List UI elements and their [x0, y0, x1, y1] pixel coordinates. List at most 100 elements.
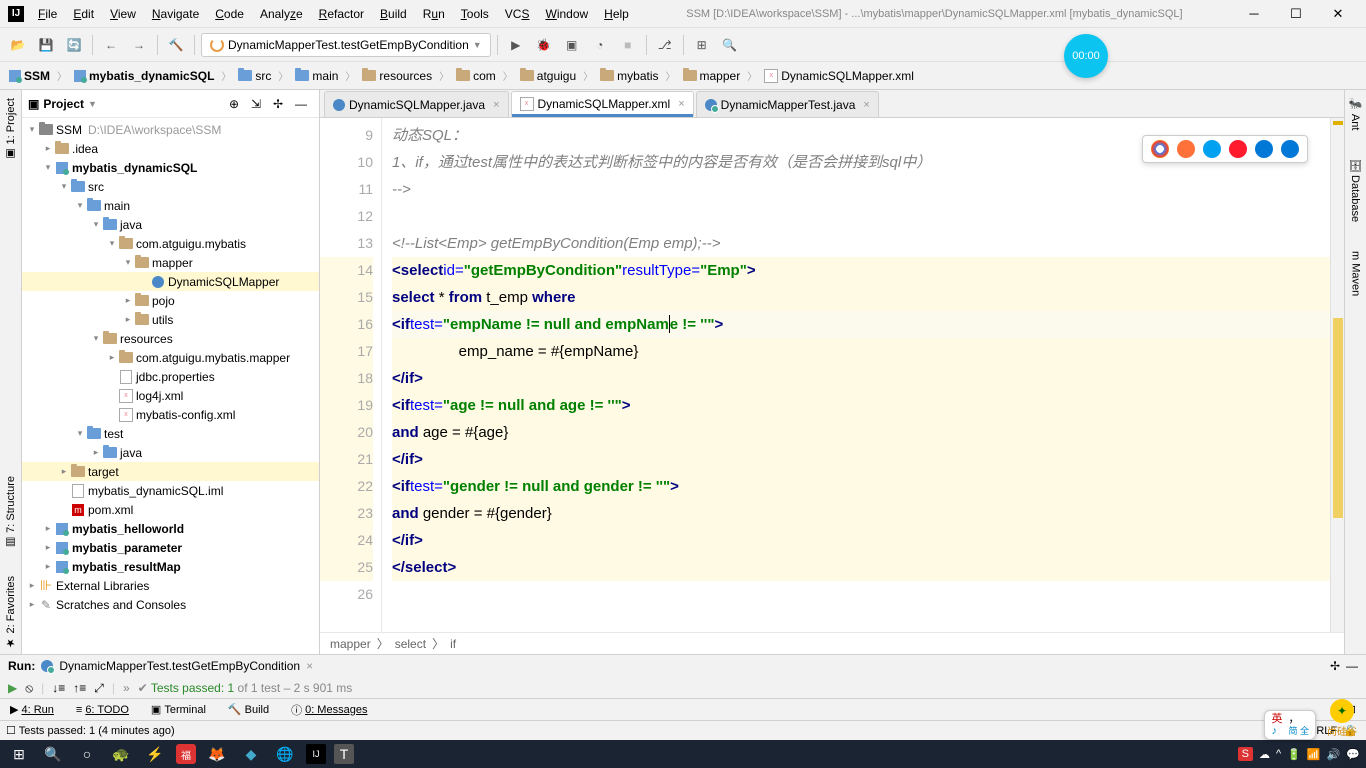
tree-item[interactable]: DynamicSQLMapper: [22, 272, 319, 291]
search-icon[interactable]: 🔍: [40, 743, 66, 765]
crumb-ssm[interactable]: SSM: [6, 67, 53, 85]
open-icon[interactable]: 📂: [6, 33, 30, 57]
refresh-icon[interactable]: 🔄: [62, 33, 86, 57]
ie-icon[interactable]: [1255, 140, 1273, 158]
crumb-module[interactable]: mybatis_dynamicSQL: [71, 67, 217, 85]
tree-item[interactable]: ▾src: [22, 177, 319, 196]
tree-item[interactable]: ▾mybatis_dynamicSQL: [22, 158, 319, 177]
stop-icon[interactable]: ■: [616, 33, 640, 57]
timer-bubble[interactable]: 00:00: [1064, 34, 1108, 78]
wifi-icon[interactable]: 📶: [1307, 748, 1321, 761]
rerun-icon[interactable]: ▶: [8, 681, 17, 695]
build-tab[interactable]: 🔨 Build: [224, 701, 273, 718]
maximize-button[interactable]: ☐: [1276, 3, 1316, 25]
crumb-atguigu[interactable]: atguigu: [517, 67, 579, 85]
debug-icon[interactable]: 🐞: [532, 33, 556, 57]
todo-tab[interactable]: ≡ 6: TODO: [72, 702, 133, 718]
settings-icon[interactable]: ✢: [273, 97, 291, 111]
crumb-resources[interactable]: resources: [359, 67, 435, 85]
tree-item[interactable]: ▸com.atguigu.mybatis.mapper: [22, 348, 319, 367]
menu-window[interactable]: Window: [539, 5, 594, 23]
tree-item[interactable]: ▾test: [22, 424, 319, 443]
opera-icon[interactable]: [1229, 140, 1247, 158]
code-content[interactable]: 动态SQL： 1、if，通过test属性中的表达式判断标签中的内容是否有效（是否…: [382, 118, 1330, 632]
tree-item[interactable]: mpom.xml: [22, 500, 319, 519]
search-icon[interactable]: 🔍: [718, 33, 742, 57]
tree-item[interactable]: ▾mapper: [22, 253, 319, 272]
intellij-icon[interactable]: IJ: [306, 744, 326, 764]
edge-icon[interactable]: [1281, 140, 1299, 158]
tree-item[interactable]: ▾main: [22, 196, 319, 215]
tree-item[interactable]: ▸mybatis_resultMap: [22, 557, 319, 576]
toggle-icon[interactable]: ⦸: [25, 681, 33, 696]
tray-icon[interactable]: S: [1238, 747, 1253, 761]
bc-if[interactable]: if: [450, 637, 456, 651]
menu-tools[interactable]: Tools: [455, 5, 495, 23]
crumb-mapper[interactable]: mapper: [680, 67, 744, 85]
menu-refactor[interactable]: Refactor: [313, 5, 370, 23]
hide-icon[interactable]: —: [295, 97, 313, 111]
save-icon[interactable]: 💾: [34, 33, 58, 57]
maven-tool-tab[interactable]: m Maven: [1348, 247, 1364, 300]
tree-item[interactable]: ▾java: [22, 215, 319, 234]
highlight-marker[interactable]: [1333, 318, 1343, 518]
structure-tool-tab[interactable]: ▤ 7: Structure: [2, 472, 19, 553]
cortana-icon[interactable]: ○: [74, 743, 100, 765]
expand-icon[interactable]: ⤢: [94, 681, 104, 696]
chrome-icon[interactable]: 🌐: [272, 743, 298, 765]
tree-item[interactable]: ▸mybatis_helloworld: [22, 519, 319, 538]
sort-icon[interactable]: ↓≡: [52, 681, 65, 695]
close-icon[interactable]: ×: [674, 98, 684, 110]
menu-analyze[interactable]: Analyze: [254, 5, 309, 23]
structure-icon[interactable]: ⊞: [690, 33, 714, 57]
filter-icon[interactable]: ↑≡: [73, 681, 86, 695]
tree-item[interactable]: xlog4j.xml: [22, 386, 319, 405]
run-icon[interactable]: ▶: [504, 33, 528, 57]
menu-help[interactable]: Help: [598, 5, 635, 23]
ant-tool-tab[interactable]: 🐜 Ant: [1347, 94, 1364, 134]
firefox-icon[interactable]: 🦊: [204, 743, 230, 765]
close-icon[interactable]: ×: [489, 99, 499, 111]
vscode-icon[interactable]: ◆: [238, 743, 264, 765]
crumb-mybatis[interactable]: mybatis: [597, 67, 661, 85]
tree-item[interactable]: ▸✎Scratches and Consoles: [22, 595, 319, 614]
settings-icon[interactable]: ✢: [1330, 659, 1340, 673]
coverage-icon[interactable]: ▣: [560, 33, 584, 57]
menu-navigate[interactable]: Navigate: [146, 5, 205, 23]
crumb-file[interactable]: xDynamicSQLMapper.xml: [761, 67, 917, 85]
app-icon[interactable]: 🐢: [108, 743, 134, 765]
tray-icon[interactable]: ☁: [1259, 748, 1270, 761]
hide-icon[interactable]: —: [1346, 659, 1358, 673]
crumb-src[interactable]: src: [235, 67, 274, 85]
menu-vcs[interactable]: VCS: [499, 5, 536, 23]
database-tool-tab[interactable]: 🗄 Database: [1347, 154, 1364, 226]
safari-icon[interactable]: [1203, 140, 1221, 158]
menu-view[interactable]: View: [104, 5, 142, 23]
tree-item[interactable]: mybatis_dynamicSQL.iml: [22, 481, 319, 500]
battery-icon[interactable]: 🔋: [1287, 748, 1301, 761]
tree-item[interactable]: xmybatis-config.xml: [22, 405, 319, 424]
git-icon[interactable]: ⎇: [653, 33, 677, 57]
run-tab[interactable]: ▶ 4: Run: [6, 701, 58, 718]
close-icon[interactable]: ×: [306, 659, 313, 673]
menu-file[interactable]: FFileile: [32, 5, 63, 23]
start-icon[interactable]: ⊞: [6, 743, 32, 765]
tree-item[interactable]: ▸target: [22, 462, 319, 481]
notifications-icon[interactable]: 💬: [1346, 748, 1360, 761]
build-icon[interactable]: 🔨: [164, 33, 188, 57]
bc-mapper[interactable]: mapper: [330, 637, 371, 651]
profile-icon[interactable]: ◔: [588, 33, 612, 57]
favorites-tool-tab[interactable]: ★ 2: Favorites: [2, 572, 19, 654]
app-icon[interactable]: ⚡: [142, 743, 168, 765]
app-icon[interactable]: 福: [176, 744, 196, 764]
close-button[interactable]: ✕: [1318, 3, 1358, 25]
tree-item[interactable]: ▸utils: [22, 310, 319, 329]
close-icon[interactable]: ×: [859, 99, 869, 111]
tree-item[interactable]: jdbc.properties: [22, 367, 319, 386]
menu-run[interactable]: Run: [417, 5, 451, 23]
menu-edit[interactable]: Edit: [67, 5, 100, 23]
terminal-tab[interactable]: ▣ Terminal: [147, 701, 210, 718]
code-area[interactable]: 91011121314151617181920212223242526 动态SQ…: [320, 118, 1344, 632]
tray-up-icon[interactable]: ^: [1276, 748, 1281, 760]
run-config-selector[interactable]: DynamicMapperTest.testGetEmpByCondition …: [201, 33, 491, 57]
